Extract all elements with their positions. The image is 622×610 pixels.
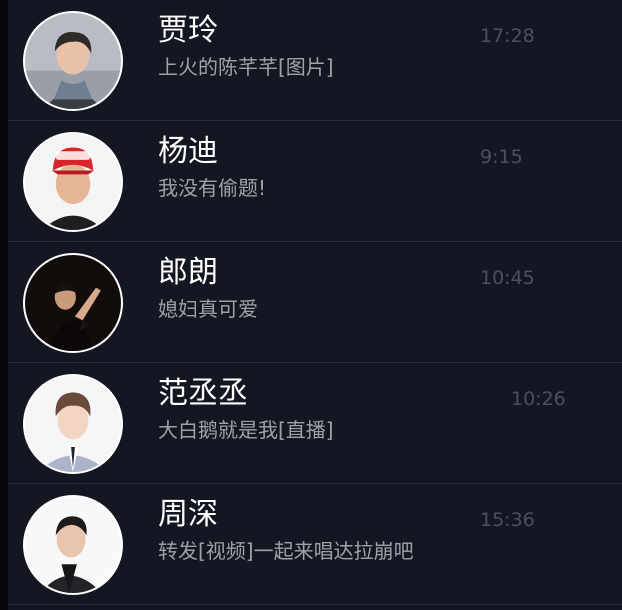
message-preview: 我没有偷题! <box>158 176 267 200</box>
conversation-item[interactable]: 周深 转发[视频]一起来唱达拉崩吧 15:36 <box>8 484 622 605</box>
conversation-item[interactable]: 郎朗 媳妇真可爱 10:45 <box>8 242 622 363</box>
left-edge-strip <box>0 0 8 610</box>
message-preview: 大白鹅就是我[直播] <box>158 418 334 442</box>
contact-name: 贾玲 <box>158 13 218 48</box>
person-avatar-icon <box>25 134 121 230</box>
conversation-item[interactable]: 杨迪 我没有偷题! 9:15 <box>8 121 622 242</box>
contact-avatar[interactable] <box>23 253 123 353</box>
contact-avatar[interactable] <box>23 495 123 595</box>
chat-list-screen: 贾玲 上火的陈芊芊[图片] 17:28 杨迪 我没有偷题! 9:15 郎朗 媳妇… <box>0 0 622 610</box>
contact-name: 范丞丞 <box>158 376 248 411</box>
contact-avatar[interactable] <box>23 11 123 111</box>
person-avatar-icon <box>25 497 121 593</box>
conversation-list[interactable]: 贾玲 上火的陈芊芊[图片] 17:28 杨迪 我没有偷题! 9:15 郎朗 媳妇… <box>8 0 622 610</box>
conversation-item[interactable]: 贾玲 上火的陈芊芊[图片] 17:28 <box>8 0 622 121</box>
contact-name: 郎朗 <box>158 255 218 290</box>
conversation-item[interactable]: 范丞丞 大白鹅就是我[直播] 10:26 <box>8 363 622 484</box>
person-avatar-icon <box>25 376 121 472</box>
message-time: 9:15 <box>480 146 523 168</box>
message-time: 15:36 <box>480 509 535 531</box>
contact-avatar[interactable] <box>23 374 123 474</box>
person-avatar-icon <box>25 255 121 351</box>
message-preview: 转发[视频]一起来唱达拉崩吧 <box>158 539 414 563</box>
contact-name: 周深 <box>158 497 218 532</box>
message-time: 17:28 <box>480 25 535 47</box>
message-time: 10:45 <box>480 267 535 289</box>
row-divider <box>8 604 622 605</box>
contact-name: 杨迪 <box>158 134 218 169</box>
message-preview: 媳妇真可爱 <box>158 297 258 321</box>
person-avatar-icon <box>25 13 121 109</box>
contact-avatar[interactable] <box>23 132 123 232</box>
message-time: 10:26 <box>511 388 566 410</box>
message-preview: 上火的陈芊芊[图片] <box>158 55 334 79</box>
